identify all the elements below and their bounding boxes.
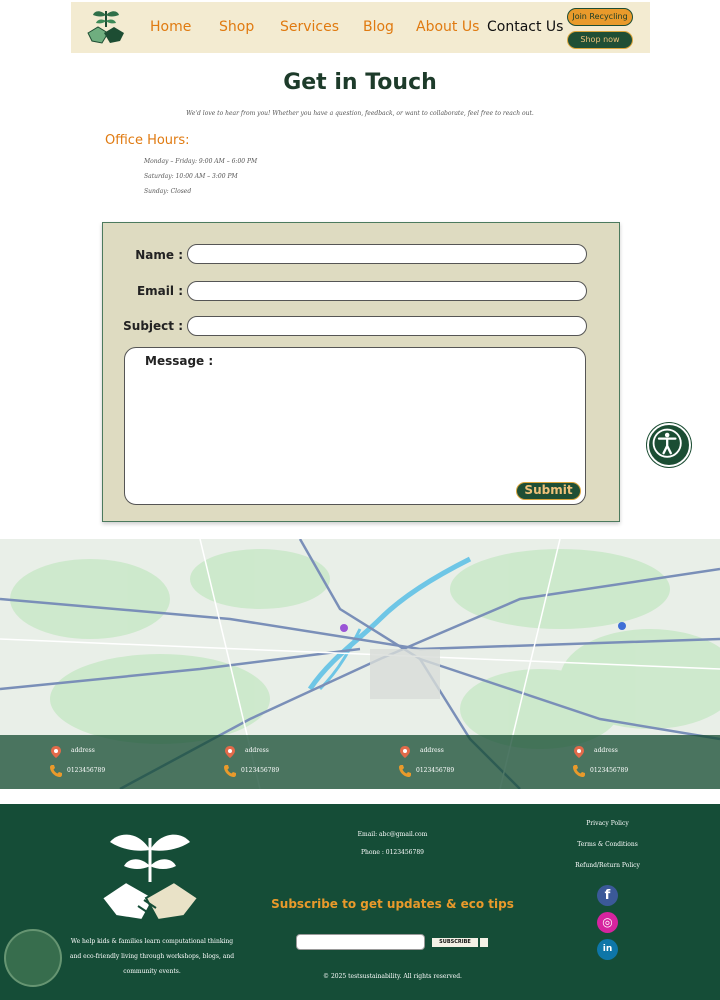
contact-block-1: address 0123456789 — [40, 735, 160, 789]
site-header: Home Shop Services Blog About Us Contact… — [71, 2, 650, 53]
subject-input[interactable] — [187, 316, 587, 336]
location-map[interactable]: address 0123456789 address 0123456789 ad… — [0, 539, 720, 789]
location-pin-icon — [574, 746, 584, 758]
office-hours-title: Office Hours: — [105, 133, 190, 148]
subscribe-email-input[interactable] — [296, 934, 425, 950]
name-input[interactable] — [187, 244, 587, 264]
hours-weekdays: Monday – Friday: 9:00 AM – 6:00 PM — [144, 158, 258, 165]
shield-watermark-icon — [4, 929, 62, 987]
nav-shop[interactable]: Shop — [219, 19, 254, 35]
hours-sunday: Sunday: Closed — [144, 188, 192, 195]
location-pin-icon — [225, 746, 235, 758]
message-textarea[interactable]: Message : Submit — [124, 347, 586, 505]
phone-icon — [573, 765, 585, 777]
location-pin-icon — [400, 746, 410, 758]
name-label: Name : — [135, 248, 183, 262]
join-recycling-button[interactable]: Join Recycling — [567, 8, 633, 26]
contact-form: Name : Email : Subject : Message : Submi… — [102, 222, 620, 522]
nav-contact-us[interactable]: Contact Us — [487, 19, 563, 35]
subscribe-button[interactable]: SUBSCRIBE — [432, 938, 478, 947]
shop-now-button[interactable]: Shop now — [567, 31, 633, 49]
email-input[interactable] — [187, 281, 587, 301]
accessibility-icon — [652, 428, 682, 458]
subject-label: Subject : — [123, 319, 183, 333]
linkedin-icon[interactable]: in — [597, 939, 618, 960]
location-pin-icon — [51, 746, 61, 758]
submit-button[interactable]: Submit — [516, 482, 581, 500]
terms-link[interactable]: Terms & Conditions — [560, 841, 655, 848]
contact-phone: 0123456789 — [416, 767, 455, 774]
intro-text: We'd love to hear from you! Whether you … — [186, 110, 534, 117]
nav-services[interactable]: Services — [280, 19, 339, 35]
phone-icon — [224, 765, 236, 777]
contact-block-2: address 0123456789 — [214, 735, 334, 789]
contact-phone: 0123456789 — [241, 767, 280, 774]
footer-phone: Phone : 0123456789 — [361, 849, 424, 856]
contact-address: address — [420, 747, 444, 754]
handshake-plant-logo-icon[interactable] — [84, 5, 128, 49]
subscribe-title: Subscribe to get updates & eco tips — [271, 897, 514, 911]
hours-saturday: Saturday: 10:00 AM – 3:00 PM — [144, 173, 238, 180]
nav-about-us[interactable]: About Us — [416, 19, 479, 35]
contact-phone: 0123456789 — [590, 767, 629, 774]
nav-blog[interactable]: Blog — [363, 19, 394, 35]
nav-home[interactable]: Home — [150, 19, 191, 35]
phone-icon — [399, 765, 411, 777]
refund-policy-link[interactable]: Refund/Return Policy — [560, 862, 655, 869]
site-footer: We help kids & families learn computatio… — [0, 804, 720, 1000]
contact-address: address — [71, 747, 95, 754]
accessibility-button[interactable] — [647, 423, 691, 467]
subscribe-extra-button[interactable] — [480, 938, 488, 947]
instagram-icon[interactable]: ◎ — [597, 912, 618, 933]
page-title: Get in Touch — [283, 70, 437, 95]
facebook-icon[interactable]: f — [597, 885, 618, 906]
footer-email[interactable]: Email: abc@gmail.com — [330, 831, 455, 838]
contact-phone: 0123456789 — [67, 767, 106, 774]
handshake-plant-logo-icon[interactable] — [98, 820, 202, 930]
phone-icon — [50, 765, 62, 777]
copyright: © 2025 testsustainability. All rights re… — [323, 973, 462, 980]
contact-address: address — [594, 747, 618, 754]
contact-strip: address 0123456789 address 0123456789 ad… — [0, 735, 720, 789]
contact-address: address — [245, 747, 269, 754]
footer-description: We help kids & families learn computatio… — [69, 938, 235, 975]
message-label: Message : — [145, 354, 214, 368]
privacy-policy-link[interactable]: Privacy Policy — [560, 820, 655, 827]
contact-block-3: address 0123456789 — [389, 735, 509, 789]
email-label: Email : — [136, 284, 183, 298]
contact-block-4: address 0123456789 — [563, 735, 683, 789]
